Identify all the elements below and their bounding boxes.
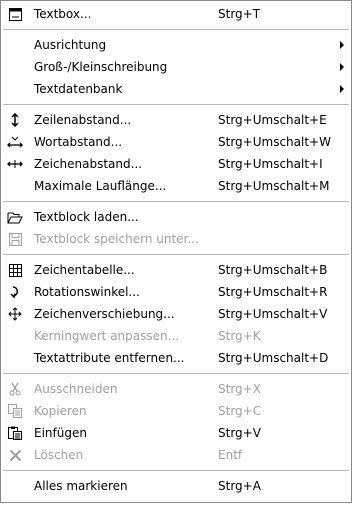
menu-label: Wortabstand...: [34, 135, 123, 149]
menu-item-kerningwert[interactable]: Kerningwert anpassen... Strg+K: [1, 325, 351, 347]
paste-icon: [7, 425, 23, 441]
menu-shortcut: Strg+Umschalt+W: [218, 135, 331, 149]
menu-label: Groß-/Kleinschreibung: [34, 60, 168, 74]
menu-label: Textattribute entfernen...: [34, 351, 185, 365]
menu-item-wortabstand[interactable]: Wortabstand... Strg+Umschalt+W: [1, 131, 351, 153]
menu-item-rotationswinkel[interactable]: Rotationswinkel... Strg+Umschalt+R: [1, 281, 351, 303]
menu-item-alles-markieren[interactable]: Alles markieren Strg+A: [1, 475, 351, 497]
menu-item-textblock-laden[interactable]: Textblock laden...: [1, 206, 351, 228]
menu-shortcut: Strg+V: [218, 426, 261, 440]
menu-item-textattribute-entfernen[interactable]: Textattribute entfernen... Strg+Umschalt…: [1, 347, 351, 369]
menu-separator: [3, 201, 349, 202]
menu-label: Ausrichtung: [34, 38, 107, 52]
menu-separator: [3, 254, 349, 255]
menu-separator: [3, 470, 349, 471]
menu-shortcut: Strg+Umschalt+M: [218, 179, 330, 193]
menu-shortcut: Strg+Umschalt+V: [218, 307, 328, 321]
menu-label: Kopieren: [34, 404, 87, 418]
line-spacing-icon: [7, 112, 23, 128]
menu-label: Zeichenverschiebung...: [34, 307, 175, 321]
menu-shortcut: Strg+Umschalt+E: [218, 113, 327, 127]
submenu-arrow-icon: [340, 63, 344, 71]
menu-label: Zeichentabelle...: [34, 263, 135, 277]
menu-label: Maximale Lauflänge...: [34, 179, 167, 193]
menu-shortcut: Strg+A: [218, 479, 261, 493]
menu-shortcut: Strg+X: [218, 382, 261, 396]
menu-label: Textbox...: [34, 7, 92, 21]
menu-item-textdatenbank[interactable]: Textdatenbank: [1, 78, 351, 100]
open-folder-icon: [7, 209, 23, 225]
char-table-icon: [7, 262, 23, 278]
menu-label: Kerningwert anpassen...: [34, 329, 180, 343]
word-spacing-icon: [7, 134, 23, 150]
menu-item-kopieren[interactable]: Kopieren Strg+C: [1, 400, 351, 422]
menu-item-einfuegen[interactable]: Einfügen Strg+V: [1, 422, 351, 444]
char-spacing-icon: [7, 156, 23, 172]
menu-label: Löschen: [34, 448, 84, 462]
menu-label: Rotationswinkel...: [34, 285, 140, 299]
menu-separator: [3, 373, 349, 374]
menu-shortcut: Entf: [218, 448, 243, 462]
menu-label: Ausschneiden: [34, 382, 118, 396]
menu-label: Textblock speichern unter...: [34, 232, 199, 246]
menu-item-textblock-speichern[interactable]: Textblock speichern unter...: [1, 228, 351, 250]
menu-item-zeichentabelle[interactable]: Zeichentabelle... Strg+Umschalt+B: [1, 259, 351, 281]
menu-shortcut: Strg+Umschalt+R: [218, 285, 328, 299]
menu-shortcut: Strg+C: [218, 404, 262, 418]
menu-label: Zeichenabstand...: [34, 157, 143, 171]
menu-item-zeilenabstand[interactable]: Zeilenabstand... Strg+Umschalt+E: [1, 109, 351, 131]
menu-shortcut: Strg+K: [218, 329, 261, 343]
copy-icon: [7, 403, 23, 419]
context-menu: Textbox... Strg+T Ausrichtung Groß-/Klei…: [0, 0, 352, 503]
scissors-icon: [7, 381, 23, 397]
menu-shortcut: Strg+Umschalt+I: [218, 157, 323, 171]
textbox-icon: [7, 6, 23, 22]
menu-shortcut: Strg+Umschalt+B: [218, 263, 328, 277]
menu-item-zeichenabstand[interactable]: Zeichenabstand... Strg+Umschalt+I: [1, 153, 351, 175]
save-disk-icon: [7, 231, 23, 247]
menu-item-ausrichtung[interactable]: Ausrichtung: [1, 34, 351, 56]
menu-item-maximale-lauflaenge[interactable]: Maximale Lauflänge... Strg+Umschalt+M: [1, 175, 351, 197]
menu-shortcut: Strg+Umschalt+D: [218, 351, 329, 365]
menu-shortcut: Strg+T: [218, 7, 261, 21]
menu-label: Einfügen: [34, 426, 87, 440]
delete-x-icon: [7, 447, 23, 463]
menu-item-zeichenverschiebung[interactable]: Zeichenverschiebung... Strg+Umschalt+V: [1, 303, 351, 325]
menu-separator: [3, 104, 349, 105]
menu-item-loeschen[interactable]: Löschen Entf: [1, 444, 351, 466]
move-arrows-icon: [7, 306, 23, 322]
menu-label: Textdatenbank: [34, 82, 123, 96]
menu-item-textbox[interactable]: Textbox... Strg+T: [1, 3, 351, 25]
menu-label: Zeilenabstand...: [34, 113, 132, 127]
menu-item-gross-kleinschreibung[interactable]: Groß-/Kleinschreibung: [1, 56, 351, 78]
menu-item-ausschneiden[interactable]: Ausschneiden Strg+X: [1, 378, 351, 400]
submenu-arrow-icon: [340, 85, 344, 93]
menu-separator: [3, 29, 349, 30]
rotate-icon: [7, 284, 23, 300]
menu-label: Alles markieren: [34, 479, 128, 493]
menu-label: Textblock laden...: [34, 210, 139, 224]
submenu-arrow-icon: [340, 41, 344, 49]
